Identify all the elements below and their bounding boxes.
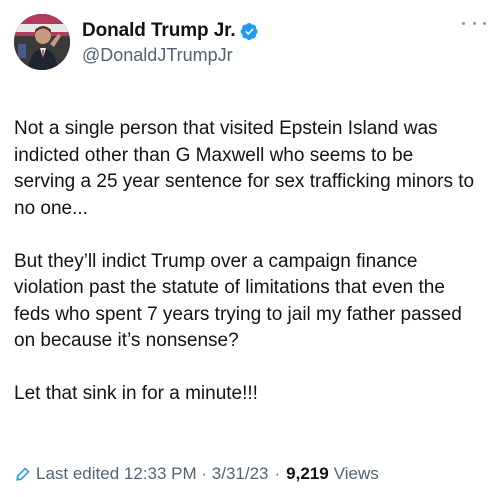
display-name[interactable]: Donald Trump Jr. [82, 20, 236, 42]
views-label: Views [333, 464, 379, 483]
verified-badge-icon[interactable] [240, 22, 259, 41]
tweet-paragraph: Let that sink in for a minute!!! [14, 383, 258, 404]
meta-separator: · [274, 464, 281, 483]
author-names: Donald Trump Jr. @DonaldJTrumpJr [82, 14, 259, 66]
avatar-photo [14, 14, 70, 70]
author-handle[interactable]: @DonaldJTrumpJr [82, 45, 259, 66]
more-options-icon[interactable] [462, 16, 486, 30]
avatar[interactable] [14, 14, 70, 70]
dot [483, 21, 486, 25]
tweet-header: Donald Trump Jr. @DonaldJTrumpJr [14, 14, 486, 78]
tweet-meta: Last edited 12:33 PM · 3/31/23 · 9,219 V… [14, 464, 379, 484]
tweet-text: Not a single person that visited Epstein… [14, 116, 486, 408]
dot [472, 21, 476, 25]
last-edited-link[interactable]: Last edited 12:33 PM · 3/31/23 [36, 464, 269, 484]
pencil-icon [16, 467, 30, 481]
tweet-card: Donald Trump Jr. @DonaldJTrumpJr Not a s… [0, 0, 500, 497]
tweet-paragraph: Not a single person that visited Epstein… [14, 118, 475, 219]
name-row: Donald Trump Jr. [82, 20, 259, 42]
dot [462, 21, 465, 25]
tweet-paragraph: But they’ll indict Trump over a campaign… [14, 250, 462, 352]
views-count: 9,219 [286, 464, 329, 483]
